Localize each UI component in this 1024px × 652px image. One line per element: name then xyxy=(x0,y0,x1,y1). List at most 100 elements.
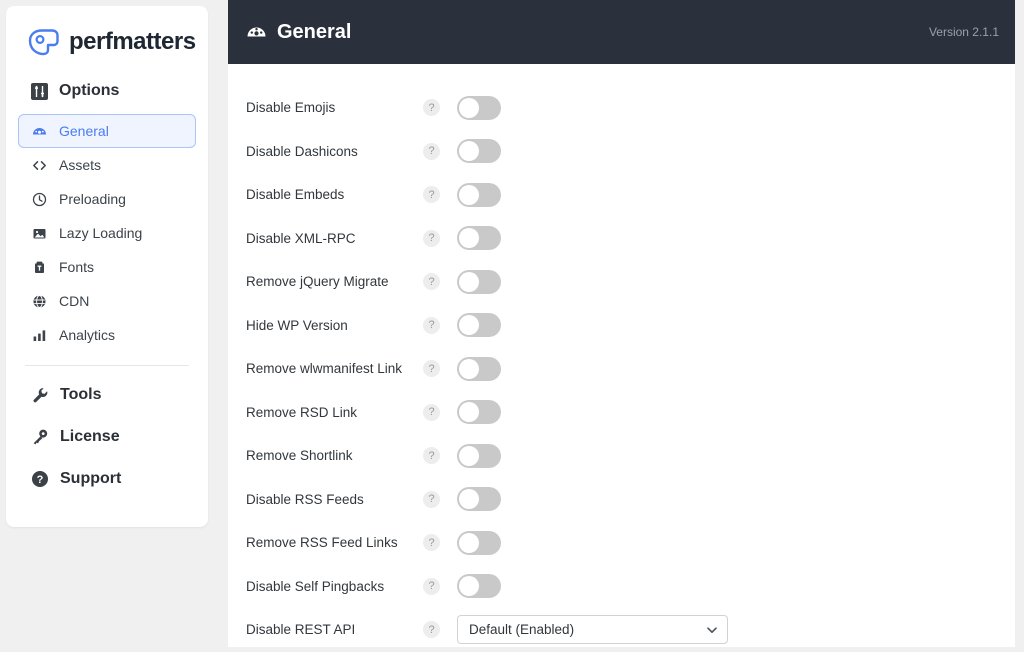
toggle-switch[interactable] xyxy=(457,530,501,555)
sidebar-item-label: Analytics xyxy=(59,327,116,343)
brand-name: perfmatters xyxy=(69,28,196,55)
rest-api-select[interactable]: Default (Enabled) xyxy=(457,615,728,645)
sidebar-item-tools[interactable]: Tools xyxy=(18,374,196,416)
sidebar-item-label: Fonts xyxy=(59,259,95,275)
toggle-knob xyxy=(459,489,479,510)
setting-row: Disable Emojis ? xyxy=(228,86,1015,130)
setting-label: Disable Embeds xyxy=(246,187,345,203)
setting-row: Disable RSS Feeds ? xyxy=(228,478,1015,522)
question-circle-icon: ? xyxy=(31,470,49,488)
brand-logo: perfmatters xyxy=(6,6,208,56)
version-label: Version 2.1.1 xyxy=(928,25,999,39)
font-case-icon xyxy=(32,260,47,275)
perfmatters-gauge-logo-icon xyxy=(28,29,59,56)
help-icon[interactable]: ? xyxy=(423,621,440,639)
toggle-switch[interactable] xyxy=(457,95,501,120)
toggle-knob xyxy=(459,445,479,466)
help-icon[interactable]: ? xyxy=(423,273,440,291)
page-title: General xyxy=(277,20,352,43)
sidebar: perfmatters Options General Assets Prelo… xyxy=(6,6,208,527)
key-icon xyxy=(31,428,49,446)
chevron-down-icon xyxy=(707,627,717,633)
wrench-icon xyxy=(31,386,49,404)
help-icon[interactable]: ? xyxy=(423,186,440,204)
setting-row: Disable Embeds ? xyxy=(228,173,1015,217)
help-icon[interactable]: ? xyxy=(423,142,440,160)
page-header: General Version 2.1.1 xyxy=(228,0,1015,64)
sidebar-item-lazy-loading[interactable]: Lazy Loading xyxy=(18,216,196,250)
help-icon[interactable]: ? xyxy=(423,447,440,465)
image-icon xyxy=(32,226,47,241)
toggle-switch[interactable] xyxy=(457,574,501,599)
toggle-knob xyxy=(459,315,479,336)
help-icon[interactable]: ? xyxy=(423,360,440,378)
sidebar-divider xyxy=(25,365,189,366)
sidebar-item-analytics[interactable]: Analytics xyxy=(18,318,196,352)
sidebar-item-assets[interactable]: Assets xyxy=(18,148,196,182)
toggle-switch[interactable] xyxy=(457,269,501,294)
toggle-switch[interactable] xyxy=(457,356,501,381)
sidebar-secondary-nav: Tools License ? Support xyxy=(6,374,208,500)
toggle-knob xyxy=(459,532,479,553)
setting-label: Remove jQuery Migrate xyxy=(246,274,389,290)
svg-text:?: ? xyxy=(37,474,44,486)
sidebar-item-label: Support xyxy=(60,470,122,487)
sidebar-nav: General Assets Preloading Lazy Loading F… xyxy=(6,114,208,352)
help-icon[interactable]: ? xyxy=(423,490,440,508)
toggle-switch[interactable] xyxy=(457,487,501,512)
sidebar-item-label: Assets xyxy=(59,157,102,173)
toggle-switch[interactable] xyxy=(457,443,501,468)
sidebar-section-label: Options xyxy=(59,82,120,99)
setting-label: Disable Dashicons xyxy=(246,143,358,159)
setting-label: Disable RSS Feeds xyxy=(246,491,364,507)
sidebar-item-support[interactable]: ? Support xyxy=(18,458,196,500)
setting-row: Disable Dashicons ? xyxy=(228,130,1015,174)
setting-row: Disable XML-RPC ? xyxy=(228,217,1015,261)
sidebar-item-cdn[interactable]: CDN xyxy=(18,284,196,318)
sidebar-item-label: Tools xyxy=(60,386,102,403)
setting-label: Remove RSS Feed Links xyxy=(246,535,398,551)
sliders-icon xyxy=(31,82,48,100)
setting-row: Remove Shortlink ? xyxy=(228,434,1015,478)
toggle-switch[interactable] xyxy=(457,400,501,425)
speedometer-icon xyxy=(247,27,266,36)
sidebar-item-label: General xyxy=(59,123,109,139)
setting-label: Remove wlwmanifest Link xyxy=(246,361,403,377)
setting-row: Remove RSS Feed Links ? xyxy=(228,521,1015,565)
toggle-switch[interactable] xyxy=(457,226,501,251)
toggle-switch[interactable] xyxy=(457,139,501,164)
sidebar-item-fonts[interactable]: Fonts xyxy=(18,250,196,284)
sidebar-section-options: Options xyxy=(6,56,208,100)
setting-row: Remove RSD Link ? xyxy=(228,391,1015,435)
sidebar-item-label: Lazy Loading xyxy=(59,225,143,241)
sidebar-item-license[interactable]: License xyxy=(18,416,196,458)
sidebar-item-label: License xyxy=(60,428,120,445)
sidebar-item-general[interactable]: General xyxy=(18,114,196,148)
setting-row: Remove jQuery Migrate ? xyxy=(228,260,1015,304)
help-icon[interactable]: ? xyxy=(423,316,440,334)
setting-label: Remove RSD Link xyxy=(246,404,358,420)
setting-row: Disable REST API ? Default (Enabled) xyxy=(228,608,1015,652)
toggle-switch[interactable] xyxy=(457,313,501,338)
sidebar-item-label: Preloading xyxy=(59,191,126,207)
setting-label: Remove Shortlink xyxy=(246,448,353,464)
select-value: Default (Enabled) xyxy=(469,622,575,638)
setting-label: Disable Emojis xyxy=(246,100,336,116)
help-icon[interactable]: ? xyxy=(423,534,440,552)
toggle-switch[interactable] xyxy=(457,182,501,207)
sidebar-item-preloading[interactable]: Preloading xyxy=(18,182,196,216)
toggle-knob xyxy=(459,228,479,249)
toggle-knob xyxy=(459,97,479,118)
help-icon[interactable]: ? xyxy=(423,99,440,117)
setting-row: Hide WP Version ? xyxy=(228,304,1015,348)
toggle-knob xyxy=(459,184,479,205)
setting-row: Remove wlwmanifest Link ? xyxy=(228,347,1015,391)
globe-icon xyxy=(32,294,47,309)
sidebar-item-label: CDN xyxy=(59,293,90,309)
help-icon[interactable]: ? xyxy=(423,229,440,247)
help-icon[interactable]: ? xyxy=(423,403,440,421)
setting-row: Disable Self Pingbacks ? xyxy=(228,565,1015,609)
bar-chart-icon xyxy=(32,328,47,343)
help-icon[interactable]: ? xyxy=(423,577,440,595)
setting-label: Hide WP Version xyxy=(246,317,348,333)
